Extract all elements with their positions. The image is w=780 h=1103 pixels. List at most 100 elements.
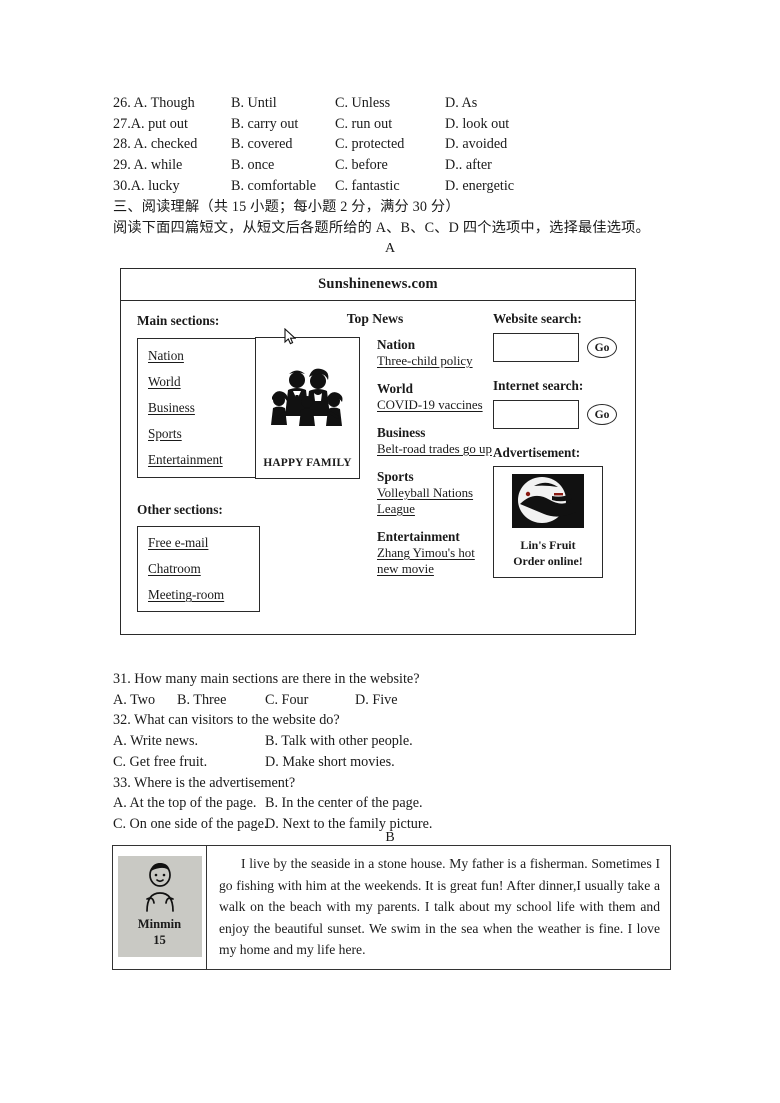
news-category-sports: Sports: [377, 469, 414, 484]
cloze-option-d[interactable]: D.. after: [445, 155, 555, 176]
news-category-world: World: [377, 381, 413, 396]
internet-search-label: Internet search:: [493, 378, 584, 393]
passage-label-a: A: [384, 241, 396, 256]
news-category-entertainment: Entertainment: [377, 529, 460, 544]
website-search-block: Website search: Go: [493, 311, 633, 362]
question-32-option-b[interactable]: B. Talk with other people.: [265, 731, 413, 752]
cloze-option-b[interactable]: B. covered: [231, 134, 335, 155]
section-link-world[interactable]: World: [148, 374, 249, 389]
cloze-row: 30.A. lucky B. comfortable C. fantastic …: [113, 176, 693, 197]
other-sections-box: Free e-mail Chatroom Meeting-room: [137, 526, 260, 612]
website-search-input[interactable]: [493, 333, 579, 362]
advertisement-label: Advertisement:: [493, 445, 581, 460]
question-32-option-c[interactable]: C. Get free fruit.: [113, 752, 265, 773]
question-33-option-a[interactable]: A. At the top of the page.: [113, 793, 265, 814]
cloze-option-d[interactable]: D. As: [445, 93, 555, 114]
fruit-advertisement-image: [512, 474, 584, 528]
website-mockup: Sunshinenews.com Main sections: Nation W…: [120, 268, 636, 635]
section-link-free-email[interactable]: Free e-mail: [148, 535, 249, 550]
top-news-label: Top News: [346, 311, 404, 326]
question-32-option-d[interactable]: D. Make short movies.: [265, 752, 395, 773]
cloze-option-a[interactable]: 27.A. put out: [113, 114, 231, 135]
cloze-option-d[interactable]: D. energetic: [445, 176, 555, 197]
question-31-option-b[interactable]: B. Three: [177, 690, 265, 711]
internet-search-block: Internet search: Go: [493, 378, 633, 429]
cloze-option-c[interactable]: C. Unless: [335, 93, 445, 114]
happy-family-illustration: [271, 368, 343, 426]
news-headline-entertainment[interactable]: Zhang Yimou's hot new movie: [377, 545, 495, 577]
cloze-option-b[interactable]: B. Until: [231, 93, 335, 114]
website-body: Main sections: Nation World Business Spo…: [121, 301, 635, 634]
main-sections-box: Nation World Business Sports Entertainme…: [137, 338, 260, 478]
internet-search-go-button[interactable]: Go: [587, 404, 617, 425]
website-search-row: Go: [493, 333, 633, 362]
passage-b-table: Minmin 15 I live by the seaside in a sto…: [112, 845, 671, 970]
section-link-entertainment[interactable]: Entertainment: [148, 452, 249, 467]
cloze-row: 27.A. put out B. carry out C. run out D.…: [113, 114, 693, 135]
website-search-label: Website search:: [493, 311, 582, 326]
news-headline-business[interactable]: Belt-road trades go up: [377, 441, 495, 457]
family-picture-caption: HAPPY FAMILY: [263, 457, 352, 469]
cloze-option-c[interactable]: C. run out: [335, 114, 445, 135]
cloze-row: 29. A. while B. once C. before D.. after: [113, 155, 693, 176]
cloze-option-d[interactable]: D. look out: [445, 114, 555, 135]
question-stem-31: 31. How many main sections are there in …: [113, 671, 420, 687]
internet-search-input[interactable]: [493, 400, 579, 429]
avatar: Minmin 15: [117, 856, 202, 958]
cloze-option-a[interactable]: 28. A. checked: [113, 134, 231, 155]
cloze-option-c[interactable]: C. protected: [335, 134, 445, 155]
passage-b-text: I live by the seaside in a stone house. …: [219, 856, 660, 957]
cloze-option-c[interactable]: C. fantastic: [335, 176, 445, 197]
cloze-options-block: 26. A. Though B. Until C. Unless D. As 2…: [113, 93, 693, 197]
avatar-age: 15: [153, 933, 166, 948]
student-portrait-icon: [145, 863, 174, 913]
section-heading: 三、阅读理解（共 15 小题；每小题 2 分，满分 30 分）: [113, 199, 460, 215]
cloze-option-b[interactable]: B. once: [231, 155, 335, 176]
cloze-option-a[interactable]: 26. A. Though: [113, 93, 231, 114]
cloze-row: 26. A. Though B. Until C. Unless D. As: [113, 93, 693, 114]
advertisement-line-2: Order online!: [513, 554, 583, 568]
section-link-sports[interactable]: Sports: [148, 426, 249, 441]
section-link-meeting-room[interactable]: Meeting-room: [148, 587, 249, 602]
question-32-option-a[interactable]: A. Write news.: [113, 731, 265, 752]
cloze-option-b[interactable]: B. comfortable: [231, 176, 335, 197]
advertisement-line-1: Lin's Fruit: [520, 538, 576, 552]
news-item: World COVID-19 vaccines: [377, 381, 495, 413]
website-search-go-button[interactable]: Go: [587, 337, 617, 358]
cloze-option-c[interactable]: C. before: [335, 155, 445, 176]
passage-b-avatar-cell: Minmin 15: [113, 846, 207, 969]
question-options-32-row1: A. Write news. B. Talk with other people…: [113, 731, 713, 752]
news-headline-world[interactable]: COVID-19 vaccines: [377, 397, 495, 413]
question-options-33-row1: A. At the top of the page. B. In the cen…: [113, 793, 713, 814]
avatar-name: Minmin: [137, 917, 182, 932]
advertisement-block: Advertisement: Lin's Fruit Order online!: [493, 445, 633, 578]
question-stem-32: 32. What can visitors to the website do?: [113, 712, 340, 729]
section-link-nation[interactable]: Nation: [148, 348, 249, 363]
question-31-option-a[interactable]: A. Two: [113, 690, 177, 711]
internet-search-row: Go: [493, 400, 633, 429]
top-news-column: Top News HAPPY FAMILY Nation Three-child…: [255, 311, 495, 576]
search-and-ad-column: Website search: Go Internet search: Go A…: [493, 311, 633, 578]
exam-page: 26. A. Though B. Until C. Unless D. As 2…: [0, 0, 780, 1103]
cloze-option-a[interactable]: 30.A. lucky: [113, 176, 231, 197]
question-options-31: A. Two B. Three C. Four D. Five: [113, 690, 713, 711]
news-item: Business Belt-road trades go up: [377, 425, 495, 457]
cloze-row: 28. A. checked B. covered C. protected D…: [113, 134, 693, 155]
section-link-chatroom[interactable]: Chatroom: [148, 561, 249, 576]
question-31-option-d[interactable]: D. Five: [355, 690, 398, 711]
cloze-option-b[interactable]: B. carry out: [231, 114, 335, 135]
news-headline-nation[interactable]: Three-child policy: [377, 353, 495, 369]
question-stem-33: 33. Where is the advertisement?: [113, 774, 296, 791]
news-category-business: Business: [377, 425, 426, 440]
advertisement-box[interactable]: Lin's Fruit Order online!: [493, 466, 603, 578]
other-sections-label: Other sections:: [137, 502, 223, 517]
news-item: Entertainment Zhang Yimou's hot new movi…: [377, 529, 495, 577]
family-picture[interactable]: HAPPY FAMILY: [255, 328, 360, 479]
question-31-option-c[interactable]: C. Four: [265, 690, 355, 711]
question-33-option-b[interactable]: B. In the center of the page.: [265, 793, 423, 814]
cloze-option-d[interactable]: D. avoided: [445, 134, 555, 155]
mouse-cursor-icon: [284, 328, 296, 345]
cloze-option-a[interactable]: 29. A. while: [113, 155, 231, 176]
news-headline-sports[interactable]: Volleyball Nations League: [377, 485, 495, 517]
section-link-business[interactable]: Business: [148, 400, 249, 415]
